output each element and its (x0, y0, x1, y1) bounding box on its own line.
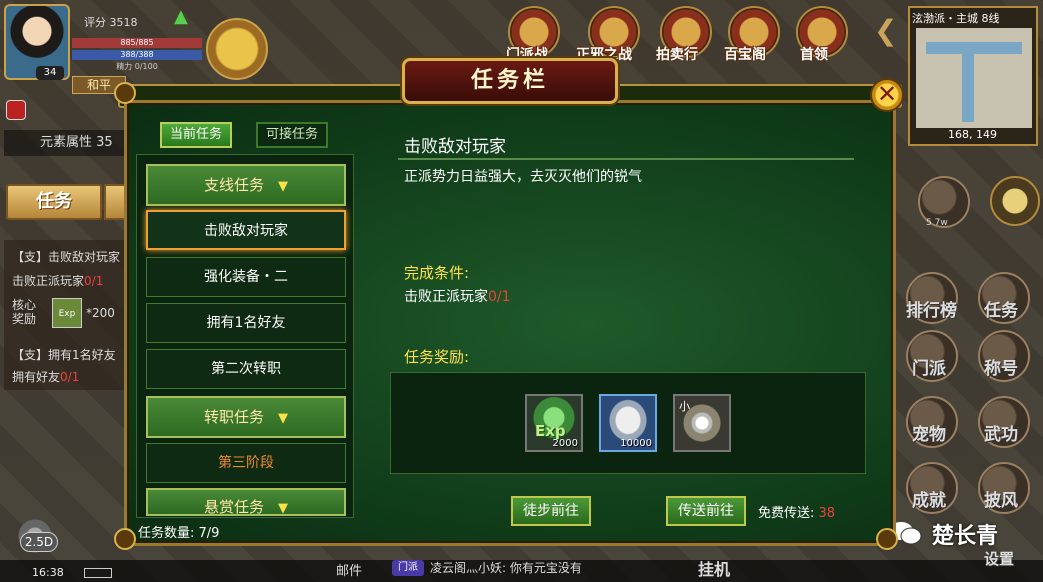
quest-label: 任务 (984, 301, 1018, 321)
player-level: 34 (36, 66, 64, 80)
minimap-area[interactable] (916, 28, 1032, 128)
element-attribute[interactable]: 元素属性 35 (4, 130, 138, 156)
collapse-arrow-icon[interactable]: ❮ (874, 14, 897, 47)
condition-label: 完成条件: (404, 264, 470, 282)
hud-task-tab[interactable]: 任务 (6, 184, 102, 220)
exp-count: 2000 (552, 438, 578, 449)
battery-icon (84, 568, 112, 578)
task-count: 任务数量: 7/9 (138, 526, 220, 541)
task-detail-title: 击败敌对玩家 (404, 137, 506, 157)
task-item-second-job[interactable]: 第二次转职 (146, 349, 346, 389)
silver-count: 10000 (620, 438, 652, 449)
close-button[interactable]: ✕ (870, 78, 904, 112)
small-counter: 5 7w (926, 218, 948, 228)
core-reward-label: 核心 奖励 (12, 298, 37, 326)
side-task-2-progress: 0/1 (60, 370, 80, 384)
title-label: 称号 (984, 359, 1018, 379)
corner-ornament-icon (876, 528, 898, 550)
condition-text-body: 击败正派玩家 (404, 289, 488, 305)
hud-team-tab[interactable] (104, 184, 126, 220)
task-description: 正派势力日益强大，去灭灭他们的锐气 (404, 169, 642, 185)
minimap-coords: 168, 149 (948, 128, 997, 141)
view-mode-toggle[interactable]: 2.5D (20, 532, 58, 552)
side-task-1-progress: 0/1 (84, 274, 104, 288)
ranking-label: 排行榜 (906, 301, 957, 321)
divider (398, 158, 854, 160)
task-item-defeat-enemy[interactable]: 击败敌对玩家 (146, 210, 346, 250)
score-text: 评分 3518 (84, 16, 138, 29)
pearl-stone-icon[interactable]: 小 (673, 394, 731, 452)
item-size-label: 小 (679, 400, 690, 413)
task-item-make-friend[interactable]: 拥有1名好友 (146, 303, 346, 343)
exp-reward-icon: Exp (52, 298, 82, 328)
group-side-quests-label: 支线任务 (203, 176, 264, 194)
side-task-2-name: 拥有1名好友 (48, 348, 116, 362)
dialog-title: 任务栏 (470, 68, 549, 93)
tab-available-tasks[interactable]: 可接任务 (256, 122, 328, 148)
chevron-down-icon: ▼ (278, 501, 288, 516)
chat-message[interactable]: 凌云阁灬小妖: 你有元宝没有 (430, 559, 582, 576)
stamina-text: 精力 0/100 (116, 62, 158, 71)
task-item-stage-three[interactable]: 第三阶段 (146, 443, 346, 483)
element-attribute-value: 35 (96, 135, 113, 150)
settings-label[interactable]: 设置 (984, 548, 1014, 569)
achievement-label: 成就 (912, 491, 946, 511)
watermark-text: 楚长青 (932, 524, 999, 549)
condition-progress: 0/1 (488, 289, 511, 305)
side-task-2-tag: 【支】 (12, 348, 49, 362)
side-task-2-title[interactable]: 【支】拥有1名好友 (12, 346, 124, 363)
side-task-2-sub: 拥有好友0/1 (12, 368, 124, 385)
group-job-change-label: 转职任务 (203, 408, 264, 426)
minimap-title: 泫渤派・主城 8线 (912, 12, 1000, 25)
pet-label: 宠物 (912, 425, 946, 445)
top-menu-label-5: 首领 (800, 47, 828, 63)
diamond-menu-button[interactable] (990, 176, 1040, 226)
group-bounty[interactable]: 悬赏任务 ▼ (146, 488, 346, 516)
corner-ornament-icon (114, 528, 136, 550)
condition-text: 击败正派玩家0/1 (404, 286, 511, 306)
side-task-1-title[interactable]: 【支】击败敌对玩家 (12, 248, 124, 265)
walk-to-button[interactable]: 徒步前往 (511, 496, 591, 526)
core-reward-value: *200 (86, 306, 115, 320)
exp-icon[interactable]: Exp 2000 (525, 394, 583, 452)
side-task-1-tag: 【支】 (12, 250, 49, 264)
buff-icon[interactable] (6, 100, 26, 120)
clock: 16:38 (32, 566, 64, 579)
side-task-1-sub: 击败正派玩家0/1 (12, 272, 124, 289)
silver-ingot-icon[interactable]: 10000 (599, 394, 657, 452)
martial-arts-label: 武功 (984, 425, 1018, 445)
sect-label: 门派 (912, 359, 946, 379)
cloak-label: 披风 (984, 491, 1018, 511)
corner-ornament-icon (114, 82, 136, 104)
chat-channel-tag: 门派 (392, 560, 424, 576)
free-teleport-count: 38 (818, 506, 836, 521)
group-job-change[interactable]: 转职任务 ▼ (146, 396, 346, 438)
upgrade-arrow-icon[interactable]: ▲ (174, 6, 188, 27)
tab-current-tasks[interactable]: 当前任务 (160, 122, 232, 148)
side-task-2-sub-text: 拥有好友 (12, 370, 61, 384)
element-attribute-label: 元素属性 (40, 135, 93, 150)
teleport-button[interactable]: 传送前往 (666, 496, 746, 526)
hp-bar: 885/885 (72, 38, 202, 48)
mp-bar: 388/388 (72, 50, 202, 60)
free-teleport-label: 免费传送: (758, 506, 815, 521)
group-bounty-label: 悬赏任务 (203, 498, 264, 516)
auto-battle-button[interactable]: 挂机 (698, 556, 730, 580)
chevron-down-icon: ▼ (278, 179, 288, 194)
side-task-1-name: 击败敌对玩家 (48, 250, 121, 264)
top-menu-label-3: 拍卖行 (656, 47, 698, 63)
top-menu-label-4: 百宝阁 (724, 47, 766, 63)
task-item-enhance-gear[interactable]: 强化装备・二 (146, 257, 346, 297)
mail-button[interactable]: 邮件 (336, 560, 362, 579)
boss-portrait-icon[interactable] (206, 18, 268, 80)
chevron-down-icon: ▼ (278, 411, 288, 426)
reward-label: 任务奖励: (404, 348, 470, 366)
group-side-quests[interactable]: 支线任务 ▼ (146, 164, 346, 206)
side-task-1-sub-text: 击败正派玩家 (12, 274, 85, 288)
free-teleport: 免费传送: 38 (758, 502, 835, 521)
